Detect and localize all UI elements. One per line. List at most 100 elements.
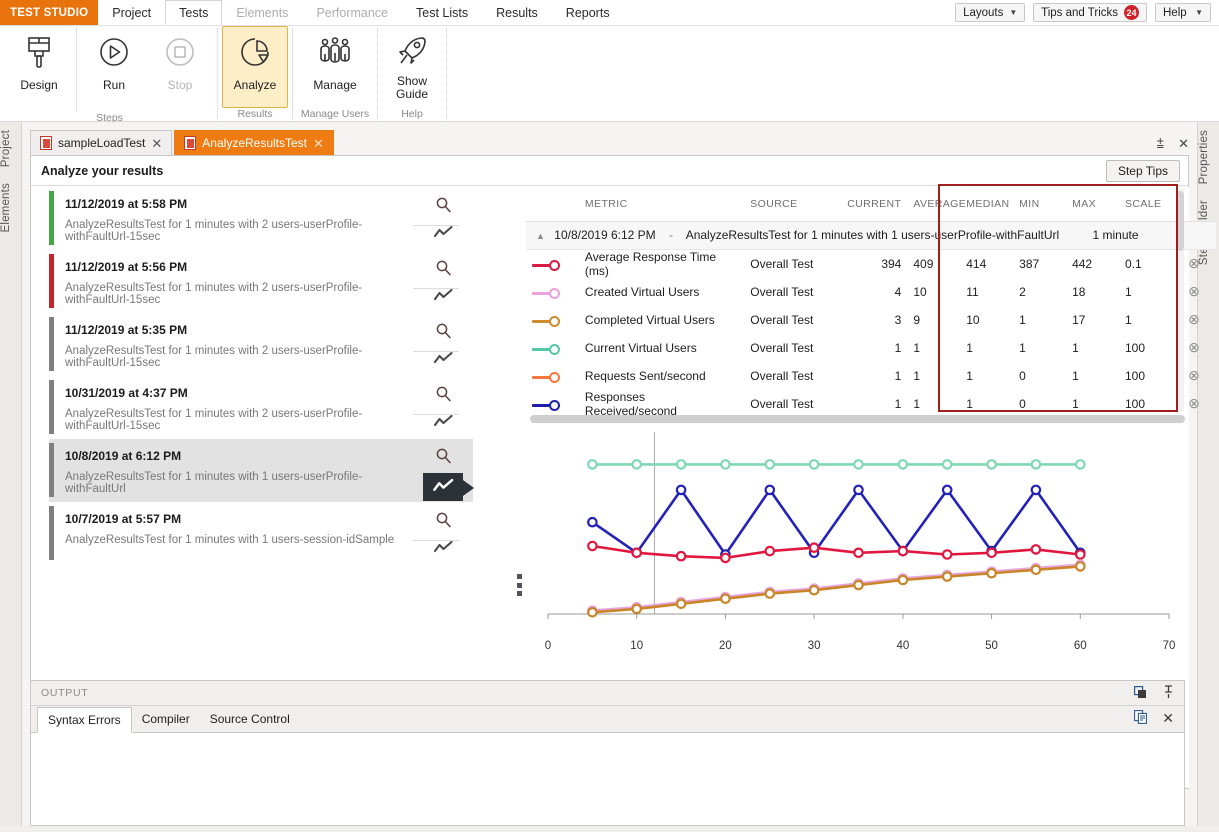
output-tab-source-control[interactable]: Source Control [200,706,300,732]
close-document-icon[interactable]: ✕ [1178,136,1189,152]
table-row[interactable]: Created Virtual Users Overall Test 4 10 … [526,278,1216,306]
table-row[interactable]: Completed Virtual Users Overall Test 3 9… [526,306,1216,334]
metrics-horizontal-scrollbar[interactable] [530,415,1185,423]
brand-label: TEST STUDIO [0,0,99,25]
panel-splitter-grip[interactable] [517,574,522,596]
result-list-item[interactable]: 11/12/2019 at 5:56 PM AnalyzeResultsTest… [49,250,473,313]
inspect-result-icon[interactable] [430,257,456,279]
doc-tab-analyzeresultstest[interactable]: AnalyzeResultsTest ✕ [174,130,334,155]
pin-icon[interactable] [1163,685,1174,702]
table-row[interactable]: Responses Received/second Overall Test 1… [526,390,1216,418]
tab-list-dropdown-icon[interactable]: ⩲ [1157,136,1165,152]
pie-chart-icon [238,34,272,75]
cell-current: 4 [894,284,902,299]
inspect-result-icon[interactable] [430,194,456,216]
menu-tab-elements[interactable]: Elements [222,0,302,25]
chart-data-point [764,484,776,496]
inspect-result-icon[interactable] [430,383,456,405]
cell-current: 1 [894,368,902,383]
help-button[interactable]: Help ▼ [1155,3,1211,22]
ribbon: Design Run Stop Steps Analyze Results Ma… [0,26,1219,134]
chart-data-point [941,549,953,560]
group-header-row[interactable]: ▲ 10/8/2019 6:12 PM - AnalyzeResultsTest… [526,221,1216,250]
chart-x-tick-label: 30 [807,640,821,652]
col-average[interactable]: AVERAGE [907,187,966,222]
menu-tab-performance[interactable]: Performance [302,0,402,25]
dock-tab-project[interactable]: Project [0,122,22,175]
cell-max: 1 [1072,368,1079,383]
menu-bar-right: Layouts ▼ Tips and Tricks 24 Help ▼ [955,0,1219,25]
stop-button[interactable]: Stop [147,26,213,108]
dock-tab-elements[interactable]: Elements [0,175,22,241]
inspect-result-icon[interactable] [430,446,456,467]
menu-tab-tests[interactable]: Tests [165,0,223,25]
collapse-triangle-icon[interactable]: ▲ [536,231,545,241]
cell-source: Overall Test [750,396,814,411]
table-row[interactable]: Current Virtual Users Overall Test 1 1 1… [526,334,1216,362]
chart-data-point [897,459,909,470]
close-icon[interactable]: ✕ [1162,710,1174,727]
inspect-result-icon[interactable] [430,509,456,531]
step-tips-button[interactable]: Step Tips [1105,160,1180,182]
analyze-button[interactable]: Analyze [222,26,288,108]
cell-source: Overall Test [750,256,814,271]
result-list-item[interactable]: 11/12/2019 at 5:35 PM AnalyzeResultsTest… [49,313,473,376]
undock-icon[interactable] [1134,685,1147,702]
chart-series-line [592,544,1081,560]
scrollbar-thumb[interactable] [1176,191,1184,251]
output-tab-syntax-errors[interactable]: Syntax Errors [37,707,132,733]
step-tips-label: Step Tips [1117,164,1168,178]
chart-data-point [720,593,731,604]
result-description: AnalyzeResultsTest for 1 minutes with 2 … [65,345,363,369]
menu-tab-results[interactable]: Results [482,0,552,25]
doc-tab-label: AnalyzeResultsTest [202,136,308,150]
chart-data-point [986,547,997,559]
dock-tab-properties[interactable]: Properties [1198,122,1219,192]
show-guide-button[interactable]: Show Guide [382,26,442,108]
chart-data-point [587,607,598,618]
menu-tab-reports[interactable]: Reports [552,0,624,25]
cell-scale: 1 [1124,284,1132,299]
menu-tab-test-lists[interactable]: Test Lists [402,0,482,25]
metrics-vertical-scrollbar[interactable] [1176,189,1184,411]
tips-and-tricks-button[interactable]: Tips and Tricks 24 [1033,3,1147,22]
result-list-item[interactable]: 11/12/2019 at 5:58 PM AnalyzeResultsTest… [49,187,473,250]
chevron-down-icon: ▼ [1009,8,1018,17]
result-list-item[interactable]: 10/31/2019 at 4:37 PM AnalyzeResultsTest… [49,376,473,439]
result-list-item[interactable]: 10/7/2019 at 5:57 PM AnalyzeResultsTest … [49,502,473,565]
manage-button[interactable]: Manage [297,26,373,108]
users-icon [315,34,355,75]
cell-metric: Current Virtual Users [584,340,697,355]
chart-canvas[interactable] [526,432,1189,642]
cell-current: 1 [894,396,902,411]
view-chart-icon-active[interactable] [423,472,474,501]
run-button[interactable]: Run [81,26,147,108]
result-list-item-selected[interactable]: 10/8/2019 at 6:12 PM AnalyzeResultsTest … [49,439,474,502]
ribbon-divider [292,28,293,134]
doc-tab-label: sampleLoadTest [58,136,146,150]
menu-tab-project[interactable]: Project [98,0,165,25]
cell-metric: Average Response Time (ms) [584,249,717,278]
layouts-button[interactable]: Layouts ▼ [955,3,1026,22]
design-button[interactable]: Design [6,26,72,108]
output-tab-compiler[interactable]: Compiler [132,706,200,732]
chart-data-point [808,584,820,596]
copy-icon[interactable] [1134,710,1148,727]
col-max[interactable]: MAX [1066,187,1119,222]
inspect-result-icon[interactable] [430,320,456,342]
table-row[interactable]: Average Response Time (ms) Overall Test … [526,249,1216,278]
col-min[interactable]: MIN [1013,187,1067,222]
panel-header: Analyze your results Step Tips [31,156,1188,186]
col-scale[interactable]: SCALE [1118,187,1172,222]
col-median[interactable]: MEDIAN [960,187,1014,222]
doc-tab-sampleloadtest[interactable]: sampleLoadTest ✕ [30,130,173,155]
result-description: AnalyzeResultsTest for 1 minutes with 2 … [65,282,363,306]
scrollbar-thumb[interactable] [530,415,1185,423]
close-icon[interactable]: ✕ [313,137,324,150]
col-current[interactable]: CURRENT [841,187,908,222]
col-metric[interactable]: METRIC [578,187,745,222]
col-source[interactable]: SOURCE [744,187,842,222]
cell-min: 0 [1019,368,1026,383]
close-icon[interactable]: ✕ [151,137,162,150]
table-row[interactable]: Requests Sent/second Overall Test 1 1 1 … [526,362,1216,390]
